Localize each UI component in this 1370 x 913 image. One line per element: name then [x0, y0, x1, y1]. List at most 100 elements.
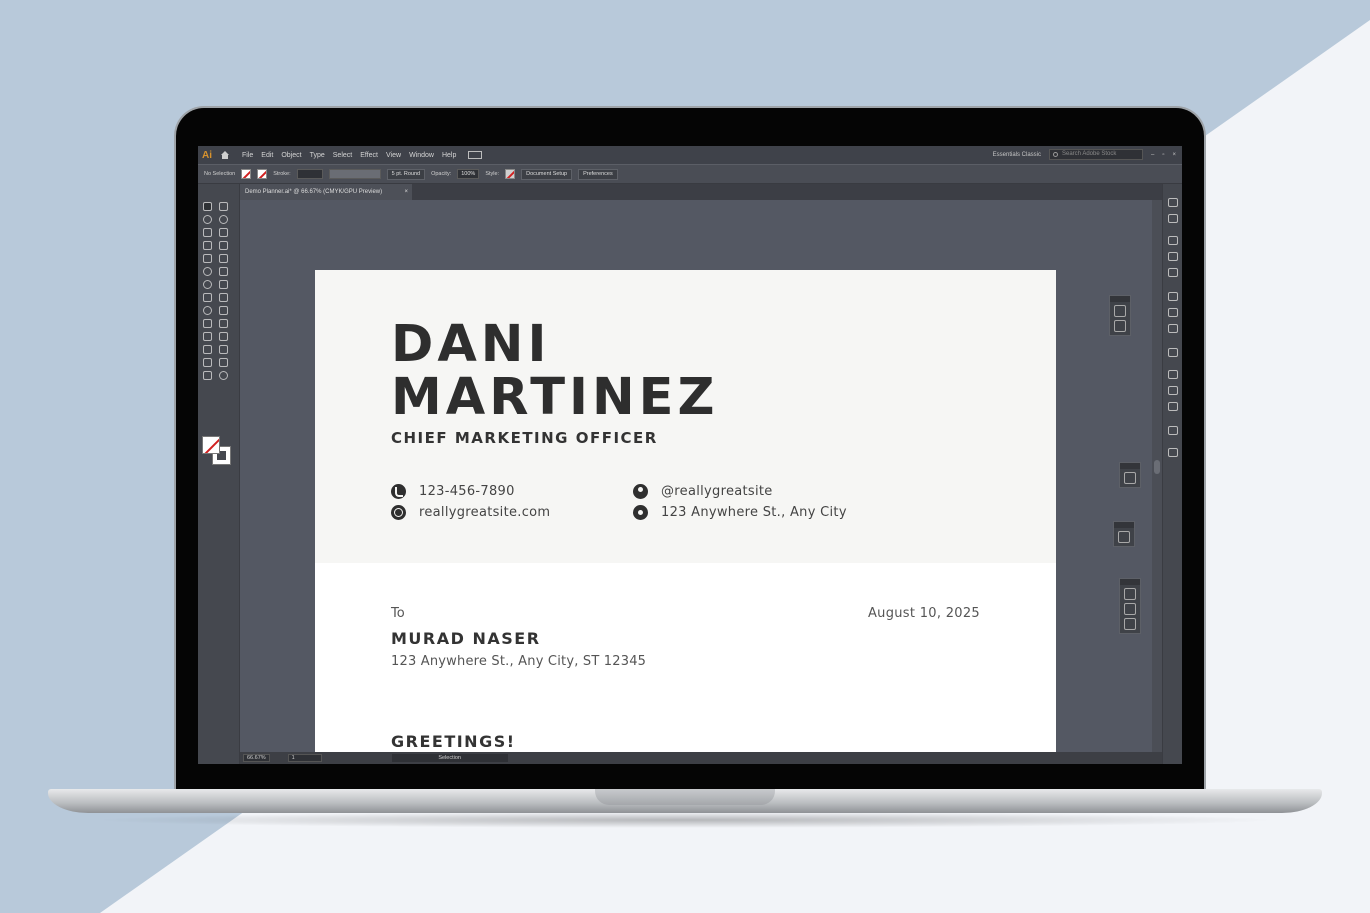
zoom-tool-icon[interactable]: [219, 371, 228, 380]
menu-select[interactable]: Select: [329, 152, 356, 159]
shaper-tool-icon[interactable]: [203, 267, 212, 276]
magic-wand-tool-icon[interactable]: [203, 215, 212, 224]
properties-panel-icon[interactable]: [1168, 426, 1178, 435]
menu-object[interactable]: Object: [277, 152, 305, 159]
contact-website[interactable]: reallygreatsite.com: [391, 505, 550, 520]
pathfinder-icon[interactable]: [1124, 603, 1136, 615]
stroke-panel-icon[interactable]: [1168, 292, 1178, 301]
recipient-name[interactable]: MURAD NASER: [391, 629, 541, 648]
letter-date[interactable]: August 10, 2025: [868, 606, 980, 621]
libraries-panel-icon[interactable]: [1168, 236, 1178, 245]
symbol-sprayer-tool-icon[interactable]: [203, 345, 212, 354]
brush-definition[interactable]: 5 pt. Round: [386, 168, 426, 180]
menu-edit[interactable]: Edit: [257, 152, 277, 159]
contact-phone[interactable]: 123-456-7890: [391, 484, 515, 499]
align-icon[interactable]: [1124, 588, 1136, 600]
to-label[interactable]: To: [391, 606, 405, 621]
fill-swatch[interactable]: [241, 169, 252, 179]
scale-tool-icon[interactable]: [219, 280, 228, 289]
stroke-weight-field[interactable]: [296, 169, 323, 179]
panel-header[interactable]: [1114, 522, 1134, 528]
document-tab[interactable]: Demo Planner.ai* @ 66.67% (CMYK/GPU Prev…: [240, 184, 412, 200]
menu-type[interactable]: Type: [306, 152, 329, 159]
free-transform-tool-icon[interactable]: [219, 293, 228, 302]
rectangle-tool-icon[interactable]: [203, 254, 212, 263]
symbols-panel-icon[interactable]: [1168, 268, 1178, 277]
arrange-documents-icon[interactable]: [468, 151, 483, 159]
mesh-tool-icon[interactable]: [203, 319, 212, 328]
artboard-tool-icon[interactable]: [203, 358, 212, 367]
menu-view[interactable]: View: [382, 152, 405, 159]
preferences-button[interactable]: Preferences: [578, 168, 618, 180]
stroke-swatch[interactable]: [257, 169, 268, 179]
slice-tool-icon[interactable]: [219, 358, 228, 367]
artboards-panel-icon[interactable]: [1168, 386, 1178, 395]
panel-header[interactable]: [1110, 296, 1130, 302]
vertical-scrollbar[interactable]: [1152, 200, 1162, 752]
rotate-tool-icon[interactable]: [203, 280, 212, 289]
graphic-styles-panel-icon[interactable]: [1168, 214, 1178, 223]
shape-builder-tool-icon[interactable]: [203, 306, 212, 315]
zoom-field[interactable]: 66.67%: [243, 754, 270, 762]
document-setup-button[interactable]: Document Setup: [521, 168, 573, 180]
warp-tool-icon[interactable]: [203, 293, 212, 302]
graphic-style-swatch[interactable]: [505, 169, 516, 179]
lasso-tool-icon[interactable]: [219, 215, 228, 224]
contact-social[interactable]: @reallygreatsite: [633, 484, 773, 499]
contact-address[interactable]: 123 Anywhere St., Any City: [633, 505, 847, 520]
panel-header[interactable]: [1120, 463, 1140, 469]
blend-tool-icon[interactable]: [219, 332, 228, 341]
menu-file[interactable]: File: [238, 152, 257, 159]
sender-name[interactable]: DANI MARTINEZ: [391, 318, 718, 424]
eraser-tool-icon[interactable]: [219, 267, 228, 276]
eyedropper-tool-icon[interactable]: [203, 332, 212, 341]
close-icon[interactable]: ×: [404, 184, 408, 200]
gradient-tool-icon[interactable]: [219, 319, 228, 328]
type-tool-icon[interactable]: [203, 241, 212, 250]
appearance-panel-icon[interactable]: [1168, 198, 1178, 207]
close-window-button[interactable]: ×: [1172, 152, 1176, 158]
pen-tool-icon[interactable]: [203, 228, 212, 237]
transform-icon[interactable]: [1124, 618, 1136, 630]
selection-tool-icon[interactable]: [203, 202, 212, 211]
workspace-switcher[interactable]: Essentials Classic: [993, 152, 1041, 158]
paintbrush-tool-icon[interactable]: [219, 254, 228, 263]
character-styles-icon[interactable]: [1118, 531, 1130, 543]
color-guide-icon[interactable]: [1124, 472, 1136, 484]
perspective-grid-tool-icon[interactable]: [219, 306, 228, 315]
menu-effect[interactable]: Effect: [356, 152, 382, 159]
sender-role[interactable]: CHIEF MARKETING OFFICER: [391, 429, 658, 447]
asset-export-panel-icon[interactable]: [1168, 348, 1178, 357]
canvas[interactable]: DANI MARTINEZ CHIEF MARKETING OFFICER 12…: [240, 200, 1152, 752]
paragraph-icon[interactable]: [1114, 320, 1126, 332]
variable-width-field[interactable]: [328, 169, 381, 179]
greeting[interactable]: GREETINGS!: [391, 732, 516, 751]
artboard[interactable]: DANI MARTINEZ CHIEF MARKETING OFFICER 12…: [315, 270, 1056, 752]
column-graph-tool-icon[interactable]: [219, 345, 228, 354]
recipient-address[interactable]: 123 Anywhere St., Any City, ST 12345: [391, 654, 646, 669]
home-icon[interactable]: [220, 150, 230, 160]
transparency-panel-icon[interactable]: [1168, 324, 1178, 333]
actions-panel-icon[interactable]: [1168, 448, 1178, 457]
artboard-navigator[interactable]: 1: [287, 754, 322, 762]
stock-search-input[interactable]: Search Adobe Stock: [1049, 149, 1143, 160]
hand-tool-icon[interactable]: [203, 371, 212, 380]
opacity-field[interactable]: 100%: [457, 169, 480, 179]
links-panel-icon[interactable]: [1168, 402, 1178, 411]
menu-help[interactable]: Help: [438, 152, 460, 159]
line-tool-icon[interactable]: [219, 241, 228, 250]
brushes-panel-icon[interactable]: [1168, 252, 1178, 261]
restore-window-button[interactable]: ▫: [1162, 152, 1164, 158]
fill-color-icon[interactable]: [202, 436, 220, 454]
opentype-icon[interactable]: [1114, 305, 1126, 317]
curvature-tool-icon[interactable]: [219, 228, 228, 237]
fill-stroke-control[interactable]: [202, 436, 232, 466]
direct-selection-tool-icon[interactable]: [219, 202, 228, 211]
panel-header[interactable]: [1120, 579, 1140, 585]
vertical-scroll-thumb[interactable]: [1154, 460, 1160, 474]
menu-window[interactable]: Window: [405, 152, 438, 159]
minimize-window-button[interactable]: –: [1151, 152, 1154, 158]
gradient-panel-icon[interactable]: [1168, 308, 1178, 317]
layers-panel-icon[interactable]: [1168, 370, 1178, 379]
status-mode[interactable]: Selection: [391, 754, 508, 762]
